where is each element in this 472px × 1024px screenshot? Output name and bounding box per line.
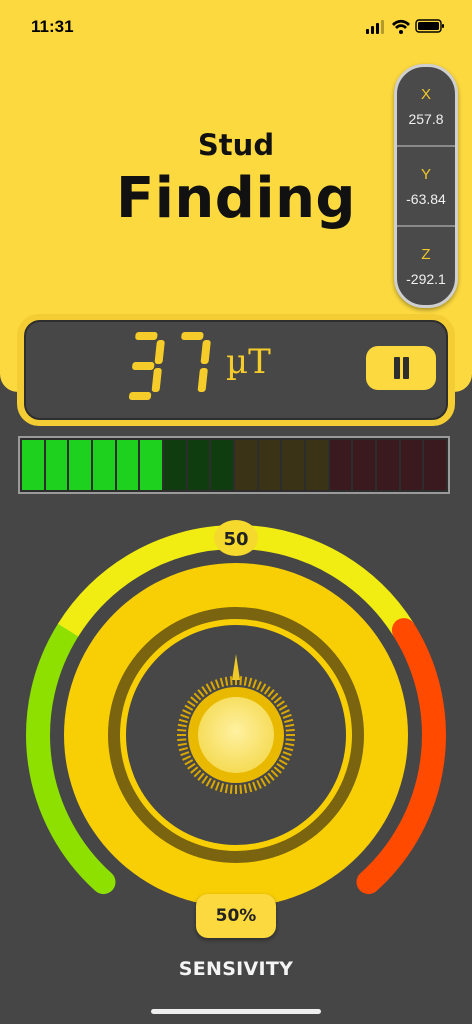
axis-readout-panel: X 257.8 Y -63.84 Z -292.1 xyxy=(394,64,458,308)
meter-segment xyxy=(211,440,234,490)
meter-segment xyxy=(69,440,92,490)
meter-segment xyxy=(93,440,115,490)
signal-level-meter xyxy=(18,436,450,494)
meter-segment xyxy=(258,440,281,490)
battery-icon xyxy=(415,19,444,33)
sensitivity-label: SENSIVITY xyxy=(178,958,294,980)
axis-y-value: -63.84 xyxy=(406,190,446,207)
meter-segment xyxy=(187,440,210,490)
axis-y-label: Y xyxy=(420,165,431,183)
digit-segment xyxy=(151,368,162,392)
axis-x-label: X xyxy=(420,85,431,103)
axis-y: Y -63.84 xyxy=(397,147,455,227)
meter-segment xyxy=(377,440,399,490)
home-indicator[interactable] xyxy=(151,1009,321,1014)
sensitivity-dial[interactable]: 50 xyxy=(0,510,472,930)
wifi-icon xyxy=(392,19,410,34)
digit-segment xyxy=(200,340,211,364)
knob-button xyxy=(198,697,274,773)
digit-segment xyxy=(135,332,158,340)
meter-segment xyxy=(164,440,186,490)
top-value-badge: 50 xyxy=(214,520,258,556)
top-value-text: 50 xyxy=(223,529,248,550)
field-unit: µT xyxy=(226,342,271,382)
cellular-signal-icon xyxy=(366,20,384,34)
axis-z-value: -292.1 xyxy=(406,270,446,287)
status-time: 11:31 xyxy=(31,17,74,36)
meter-segment xyxy=(306,440,328,490)
meter-segment xyxy=(116,440,139,490)
axis-z: Z -292.1 xyxy=(397,227,455,305)
axis-x: X 257.8 xyxy=(397,67,455,147)
axis-x-value: 257.8 xyxy=(408,110,444,127)
meter-segment xyxy=(424,440,447,490)
meter-segment xyxy=(22,440,44,490)
status-bar: 11:31 xyxy=(0,0,472,50)
digit-segment xyxy=(132,362,155,370)
meter-segment xyxy=(140,440,163,490)
meter-segment xyxy=(329,440,352,490)
digit-segment xyxy=(197,368,208,392)
meter-segment xyxy=(400,440,423,490)
digit-segment xyxy=(128,392,152,400)
meter-segment xyxy=(282,440,305,490)
meter-segment xyxy=(45,440,68,490)
digit-segment xyxy=(154,340,165,364)
status-icons xyxy=(366,19,444,34)
sensitivity-percent-badge: 50% xyxy=(196,894,276,938)
digit-segment xyxy=(181,332,204,340)
axis-z-label: Z xyxy=(421,245,431,263)
meter-segment xyxy=(235,440,257,490)
field-strength-value xyxy=(128,332,211,400)
meter-segment xyxy=(353,440,376,490)
pause-button[interactable] xyxy=(366,346,436,390)
